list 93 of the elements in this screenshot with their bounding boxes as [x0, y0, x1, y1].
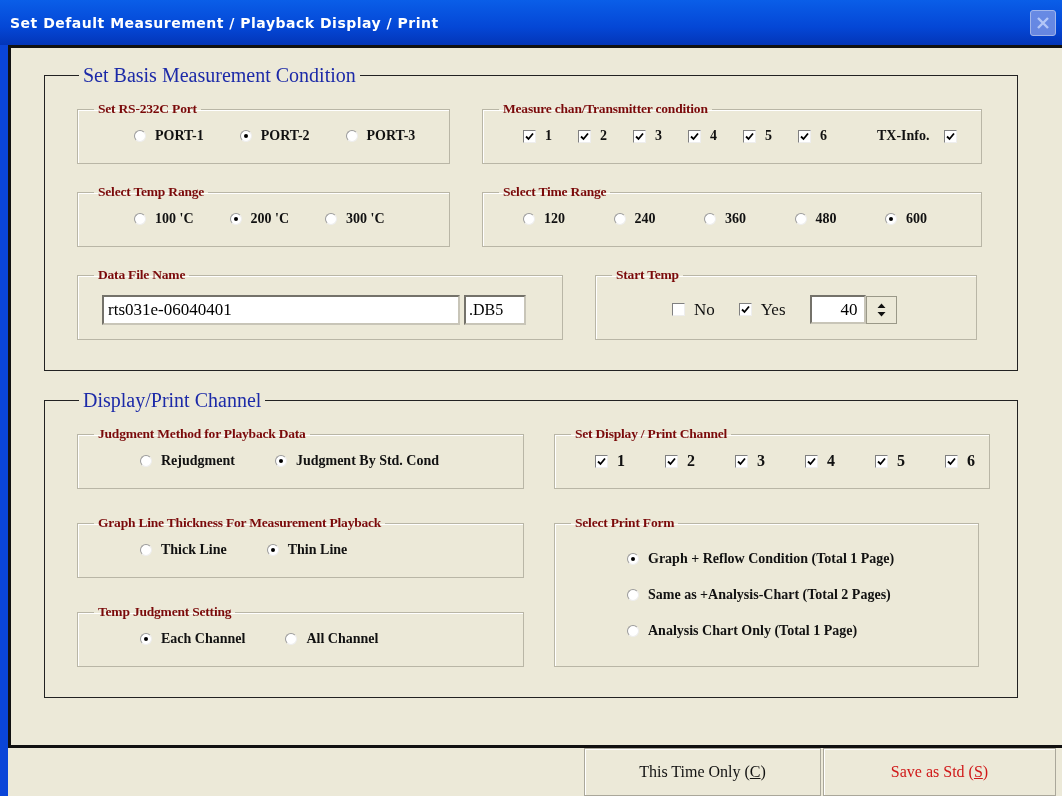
checkbox-option[interactable]: No [672, 299, 715, 320]
checkbox[interactable] [665, 454, 678, 468]
radio-option[interactable]: Judgment By Std. Cond [274, 453, 440, 469]
radio-option[interactable]: Graph + Reflow Condition (Total 1 Page) [627, 551, 964, 567]
checkbox[interactable] [735, 454, 748, 468]
radio-button[interactable] [140, 633, 152, 645]
file-name-field[interactable]: rts031e-06040401 [102, 295, 460, 325]
radio-option[interactable]: 360 [704, 211, 746, 227]
close-button[interactable] [1030, 9, 1056, 36]
group-title: Data File Name [97, 267, 187, 283]
window-title: Set Default Measurement / Playback Display / Print [10, 14, 439, 31]
checkbox[interactable] [672, 303, 685, 316]
radio-option[interactable]: 100 'C [134, 211, 194, 227]
radio-option[interactable]: 600 [885, 211, 927, 227]
group-title: Start Temp [615, 267, 680, 283]
radio-option[interactable]: 120 [523, 211, 565, 227]
radio-button[interactable] [325, 213, 337, 225]
radio-option[interactable]: Analysis Chart Only (Total 1 Page) [627, 623, 964, 639]
radio-button[interactable] [613, 213, 626, 225]
radio-button[interactable] [274, 455, 287, 467]
checkbox-option[interactable]: 3 [735, 452, 765, 470]
checkbox[interactable] [523, 129, 536, 143]
checkbox[interactable] [688, 129, 701, 143]
checkbox-option[interactable]: 6 [798, 128, 827, 144]
radio-button[interactable] [140, 455, 152, 467]
group-title: Select Time Range [502, 184, 608, 200]
checkbox[interactable] [633, 129, 646, 143]
section-title: Set Basis Measurement Condition [82, 64, 357, 87]
radio-button[interactable] [229, 213, 242, 225]
section-title: Display/Print Channel [82, 389, 263, 412]
checkbox[interactable] [743, 129, 756, 143]
radio-option[interactable]: 480 [794, 211, 837, 227]
radio-option[interactable]: Each Channel [140, 631, 246, 647]
radio-button[interactable] [523, 213, 535, 225]
radio-option[interactable]: All Channel [285, 631, 379, 647]
radio-option[interactable]: 240 [613, 211, 656, 227]
radio-button[interactable] [266, 544, 279, 556]
close-icon [1036, 15, 1050, 30]
up-down-arrows-icon [876, 301, 886, 318]
group-title: Judgment Method for Playback Data [97, 426, 307, 442]
radio-button[interactable] [627, 589, 639, 601]
radio-button[interactable] [885, 213, 897, 225]
group-title: Temp Judgment Setting [97, 604, 233, 620]
radio-option[interactable]: PORT-1 [134, 128, 204, 144]
checkbox-option[interactable]: 2 [578, 128, 607, 144]
checkbox-option[interactable]: TX-Info. [877, 128, 957, 144]
radio-option[interactable]: Rejudgment [140, 453, 235, 469]
radio-button[interactable] [134, 130, 146, 142]
group-title: Graph Line Thickness For Measurement Playback [97, 515, 383, 531]
radio-button[interactable] [140, 544, 152, 556]
radio-button[interactable] [794, 213, 807, 225]
group-title: Select Print Form [574, 515, 676, 531]
checkbox-option[interactable]: 3 [633, 128, 662, 144]
checkbox[interactable] [805, 454, 818, 468]
radio-option[interactable]: PORT-3 [345, 128, 416, 144]
radio-button[interactable] [239, 130, 252, 142]
checkbox[interactable] [798, 129, 811, 143]
radio-option[interactable]: Thick Line [140, 542, 227, 558]
save-button[interactable]: Save as Std (S) [823, 748, 1056, 796]
checkbox[interactable] [943, 129, 957, 143]
radio-button[interactable] [134, 213, 146, 225]
checkbox[interactable] [738, 303, 752, 316]
group-title: Set RS-232C Port [97, 101, 198, 117]
group-title: Set Display / Print Channel [574, 426, 729, 442]
group-title: Select Temp Range [97, 184, 206, 200]
radio-button[interactable] [627, 553, 639, 565]
checkbox-option[interactable]: 6 [945, 452, 975, 470]
radio-button[interactable] [704, 213, 716, 225]
checkbox-option[interactable]: 4 [805, 452, 835, 470]
apply-button[interactable]: This Time Only (C) [584, 748, 821, 796]
checkbox-option[interactable]: 1 [523, 128, 552, 144]
extension-field[interactable]: .DB5 [464, 295, 526, 325]
radio-option[interactable]: 200 'C [229, 211, 289, 227]
radio-button[interactable] [345, 130, 358, 142]
checkbox[interactable] [875, 454, 888, 468]
temperature-field[interactable]: 40 [809, 295, 866, 324]
checkbox-option[interactable]: 2 [665, 452, 695, 470]
radio-option[interactable]: PORT-2 [239, 128, 310, 144]
radio-option[interactable]: Thin Line [266, 542, 348, 558]
checkbox-option[interactable]: 4 [688, 128, 717, 144]
checkbox-option[interactable]: 5 [875, 452, 905, 470]
checkbox-option[interactable]: 5 [743, 128, 772, 144]
radio-option[interactable]: 300 'C [325, 211, 385, 227]
checkbox-option[interactable]: Yes [738, 299, 786, 320]
spinner-button[interactable] [865, 295, 897, 324]
radio-button[interactable] [627, 625, 639, 637]
checkbox[interactable] [595, 454, 608, 468]
group-title: Measure chan/Transmitter condition [502, 101, 709, 117]
checkbox[interactable] [578, 129, 591, 143]
checkbox[interactable] [945, 454, 958, 468]
radio-button[interactable] [285, 633, 298, 645]
checkbox-option[interactable]: 1 [595, 452, 625, 470]
radio-option[interactable]: Same as +Analysis-Chart (Total 2 Pages) [627, 587, 964, 603]
